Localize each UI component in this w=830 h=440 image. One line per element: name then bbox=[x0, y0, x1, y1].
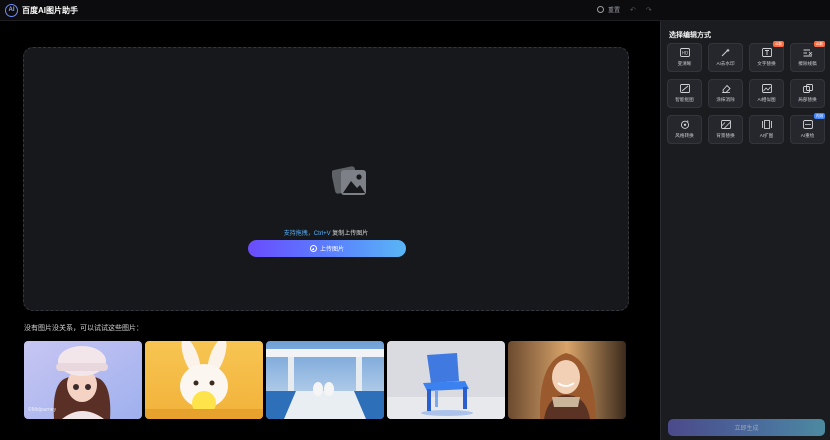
line-erase-icon bbox=[803, 49, 812, 57]
tool-remove-watermark[interactable]: AI去水印 bbox=[708, 43, 743, 72]
tool-partial-replace[interactable]: 局部替换 bbox=[790, 79, 825, 108]
tool-cutout[interactable]: 智能抠图 bbox=[667, 79, 702, 108]
tool-text-replace[interactable]: AI新 文字替换 bbox=[749, 41, 784, 72]
drop-instructions: 支持拖拽，Ctrl+V 复制上传图片 bbox=[24, 228, 628, 237]
reset-icon[interactable] bbox=[597, 6, 604, 13]
logo-text: AI bbox=[8, 7, 15, 13]
image-upload-icon bbox=[332, 166, 366, 195]
sample-pool-couple[interactable] bbox=[266, 341, 384, 419]
panel-title: 选择编辑方式 bbox=[669, 32, 711, 39]
tool-label: 风格转换 bbox=[675, 133, 694, 138]
tool-label: 擦除线稿 bbox=[798, 61, 817, 66]
tool-smudge-erase[interactable]: 涂抹消除 bbox=[708, 79, 743, 108]
hd-icon: HD bbox=[679, 48, 690, 57]
sample-glass-chair[interactable] bbox=[387, 341, 505, 419]
edit-panel: 选择编辑方式 HD 变清晰 AI去水印 AI新 文字替换 AI新 擦除线稿 智能… bbox=[660, 21, 830, 440]
tool-expand[interactable]: AI扩图 bbox=[749, 115, 784, 144]
sample-watermark: ©Midjourney bbox=[28, 407, 57, 413]
background-replace-icon bbox=[720, 120, 731, 129]
tool-label: 局部替换 bbox=[798, 97, 817, 102]
tool-grid: HD 变清晰 AI去水印 AI新 文字替换 AI新 擦除线稿 智能抠图 涂抹消除 bbox=[667, 41, 825, 144]
new-badge: AI新 bbox=[773, 41, 784, 47]
tool-label: AI去水印 bbox=[716, 61, 735, 66]
new-badge: AI新 bbox=[814, 41, 825, 47]
redraw-icon bbox=[802, 120, 813, 129]
samples-title: 没有图片没关系，可以试试这些图片： bbox=[24, 325, 143, 332]
main-area: 支持拖拽，Ctrl+V 复制上传图片 支持10mb图片，PNG、JPG、JPEG… bbox=[0, 21, 660, 440]
sample-bunny[interactable] bbox=[145, 341, 263, 419]
sample-girl-hat[interactable]: ©Midjourney bbox=[24, 341, 142, 419]
tool-similar-image[interactable]: AI相似图 bbox=[749, 79, 784, 108]
tool-enhance[interactable]: HD 变清晰 bbox=[667, 43, 702, 72]
tool-background-replace[interactable]: 背景替换 bbox=[708, 115, 743, 144]
tool-redraw[interactable]: 内测 AI重绘 bbox=[790, 113, 825, 144]
upload-button[interactable]: 上传图片 bbox=[248, 240, 406, 257]
expand-icon bbox=[761, 120, 772, 129]
redo-icon[interactable]: ↷ bbox=[646, 6, 652, 14]
tool-label: AI相似图 bbox=[757, 97, 776, 102]
history-actions: 重置 ↶ ↷ bbox=[597, 5, 652, 14]
tool-label: 变清晰 bbox=[677, 61, 692, 66]
sample-woman-scarf[interactable] bbox=[508, 341, 626, 419]
tool-label: 文字替换 bbox=[757, 61, 776, 66]
drop-highlight: 支持拖拽，Ctrl+V bbox=[283, 231, 331, 237]
smudge-icon bbox=[721, 84, 731, 93]
tool-line-erase[interactable]: AI新 擦除线稿 bbox=[790, 41, 825, 72]
plus-circle-icon bbox=[309, 245, 317, 252]
tool-label: 涂抹消除 bbox=[716, 97, 735, 102]
eraser-wand-icon bbox=[721, 48, 730, 57]
svg-text:HD: HD bbox=[681, 50, 687, 55]
text-replace-icon bbox=[761, 48, 772, 57]
top-bar: AI 百度AI图片助手 重置 ↶ ↷ bbox=[0, 0, 830, 21]
generate-button[interactable]: 立即生成 bbox=[668, 419, 825, 436]
cutout-icon bbox=[679, 84, 690, 93]
tool-label: 智能抠图 bbox=[675, 97, 694, 102]
upload-button-label: 上传图片 bbox=[319, 247, 344, 253]
beta-badge: 内测 bbox=[813, 113, 825, 119]
app-logo: AI bbox=[5, 3, 18, 17]
drop-rest: 复制上传图片 bbox=[330, 231, 369, 237]
reset-button[interactable]: 重置 bbox=[608, 5, 620, 14]
partial-replace-icon bbox=[802, 84, 813, 93]
sample-gallery: ©Midjourney bbox=[24, 341, 626, 419]
similar-image-icon bbox=[761, 84, 772, 93]
app-title: 百度AI图片助手 bbox=[22, 5, 78, 15]
tool-label: AI重绘 bbox=[800, 133, 815, 138]
tool-label: AI扩图 bbox=[759, 133, 774, 138]
undo-icon[interactable]: ↶ bbox=[630, 6, 636, 14]
upload-dropzone[interactable]: 支持拖拽，Ctrl+V 复制上传图片 支持10mb图片，PNG、JPG、JPEG… bbox=[23, 47, 629, 311]
style-transfer-icon bbox=[680, 120, 689, 129]
tool-style-transfer[interactable]: 风格转换 bbox=[667, 115, 702, 144]
tool-label: 背景替换 bbox=[716, 133, 735, 138]
